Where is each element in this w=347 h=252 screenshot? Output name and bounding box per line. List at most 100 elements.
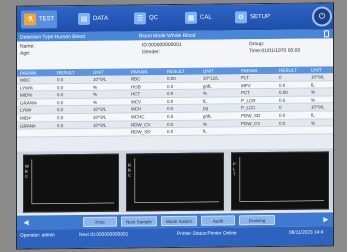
result-result: 0.0 (279, 82, 286, 88)
result-param: PLT (241, 75, 249, 81)
result-unit: 10^9/L (311, 74, 325, 80)
result-param: RDW_CV (131, 121, 151, 128)
result-param: MCV (131, 99, 141, 105)
tab-cal-label: CAL (200, 14, 212, 21)
result-unit: g/dL (203, 83, 212, 89)
next-sample-button[interactable]: Next Sample (121, 216, 157, 227)
operator-status: Operator: admin (20, 233, 55, 239)
next-arrow-icon[interactable]: ▶ (321, 214, 331, 224)
sample-id[interactable]: ID:000000000001 (142, 42, 182, 48)
result-unit: % (311, 97, 316, 103)
result-unit: g/dL (203, 113, 212, 119)
result-result: 0.0 (167, 91, 174, 97)
result-result: 0.0 (57, 107, 64, 113)
tab-data[interactable]: ▤ DATA (78, 10, 108, 28)
tab-setup-label: SETUP (250, 14, 271, 21)
result-result: 0.0 (57, 92, 64, 98)
result-result: 0.0 (57, 115, 64, 121)
tab-qc[interactable]: ☰ QC (134, 9, 158, 27)
result-param: GRAN# (20, 123, 36, 129)
next-id-status: Next ID:000000000001 (79, 232, 129, 239)
result-param: RBC (131, 76, 141, 82)
result-unit: fL (311, 82, 315, 88)
result-result: 0.0 (279, 97, 286, 103)
result-result: 0.0 (167, 113, 174, 120)
result-unit: % (203, 121, 208, 127)
result-unit: % (93, 84, 98, 90)
age-field[interactable]: Age: (20, 51, 30, 57)
result-unit: 10^9/L (311, 104, 325, 110)
blood-mode: Blood Mode:Whole Blood (139, 32, 196, 39)
plt-histogram: P L T (231, 151, 329, 211)
time-field: Time:01/01/1970 00:00 (249, 47, 301, 55)
result-unit: 10^9/L (93, 114, 107, 120)
wbc-axis-label: W B C (25, 163, 29, 179)
result-unit: 10^9/L (93, 107, 107, 113)
tab-test[interactable]: ⚗ TEST (21, 10, 58, 29)
printer-status: Printer Status:Printer Online (177, 231, 237, 237)
detection-type: Detection Type:Human Blood (20, 33, 85, 41)
draining-button[interactable]: Draining (239, 214, 275, 226)
result-result: 0.00 (167, 75, 176, 82)
mode-switch-button[interactable]: Mode Switch (161, 215, 197, 227)
reagent-icon[interactable] (324, 30, 329, 38)
result-unit: % (311, 120, 316, 126)
result-unit: % (93, 92, 98, 98)
group-field[interactable]: Group: (249, 41, 264, 47)
result-param: HGB (131, 83, 141, 90)
col-param-3: PARAM. (241, 68, 259, 74)
gender-field[interactable]: Gender: (142, 49, 160, 55)
name-field[interactable]: Name: (20, 43, 35, 49)
rbc-axis-label: R B C (128, 162, 131, 178)
tab-cal[interactable]: ▦ CAL (185, 9, 212, 27)
tab-qc-label: QC (149, 15, 158, 22)
result-param: LYM# (20, 107, 32, 113)
result-result: 0.0 (167, 129, 174, 135)
patient-info-panel: Name: Age: ID:000000000001 Gender: Group… (17, 38, 334, 70)
col-unit-3: UNIT (311, 67, 322, 73)
tab-setup[interactable]: ⚙ SETUP (235, 8, 270, 26)
chart-icon: ▤ (78, 12, 90, 26)
result-result: 0.00 (279, 90, 288, 96)
result-param: PCT (241, 90, 250, 96)
result-unit: % (311, 89, 316, 95)
datetime-status: 08/11/2023 14:4 (289, 230, 324, 236)
result-result: 0.0 (279, 112, 286, 118)
result-result: 0.0 (57, 77, 64, 83)
histogram-panel: W B C R B C P L T (17, 148, 334, 214)
tab-test-label: TEST (39, 16, 55, 23)
result-result: 0 (279, 105, 282, 111)
result-unit: % (203, 90, 208, 96)
result-param: P_LCR (241, 97, 256, 104)
result-result: 0.0 (57, 84, 64, 90)
result-param: GRAN% (20, 100, 38, 106)
top-navigation-bar: ⚗ TEST ▤ DATA ☰ QC ▦ CAL ⚙ SETUP ⏻ (17, 3, 334, 33)
test-tube-icon: ⚗ (24, 13, 36, 26)
result-param: PDW_SD (241, 113, 261, 119)
col-result-2: RESULT (167, 68, 185, 75)
col-param-2: PARAM. (131, 69, 149, 75)
result-unit: % (93, 99, 98, 105)
result-param: MID% (20, 92, 33, 98)
prev-arrow-icon[interactable]: ◀ (21, 218, 31, 228)
result-result: 0 (279, 74, 282, 80)
power-icon: ⏻ (318, 11, 326, 21)
col-result-3: RESULT (279, 67, 297, 73)
result-param: PDW_CV (241, 120, 261, 126)
result-param: RDW_SD (131, 129, 151, 135)
power-button[interactable]: ⏻ (312, 6, 332, 27)
result-result: 0.0 (167, 98, 174, 104)
result-param: MPV (241, 82, 251, 88)
result-unit: 10^9/L (93, 76, 107, 82)
document-icon: ☰ (134, 12, 146, 25)
result-param: HCT (131, 91, 141, 97)
result-result: 0.0 (167, 83, 174, 89)
audit-button[interactable]: Audit (201, 215, 235, 226)
result-unit: fL (203, 98, 207, 104)
gear-icon: ⚙ (235, 11, 247, 24)
col-param-1: PARAM. (20, 70, 38, 76)
result-unit: 10^12/L (203, 75, 219, 81)
col-result-1: RESULT (57, 70, 75, 76)
calculator-icon: ▦ (185, 11, 197, 24)
print-button[interactable]: Print (83, 216, 117, 227)
